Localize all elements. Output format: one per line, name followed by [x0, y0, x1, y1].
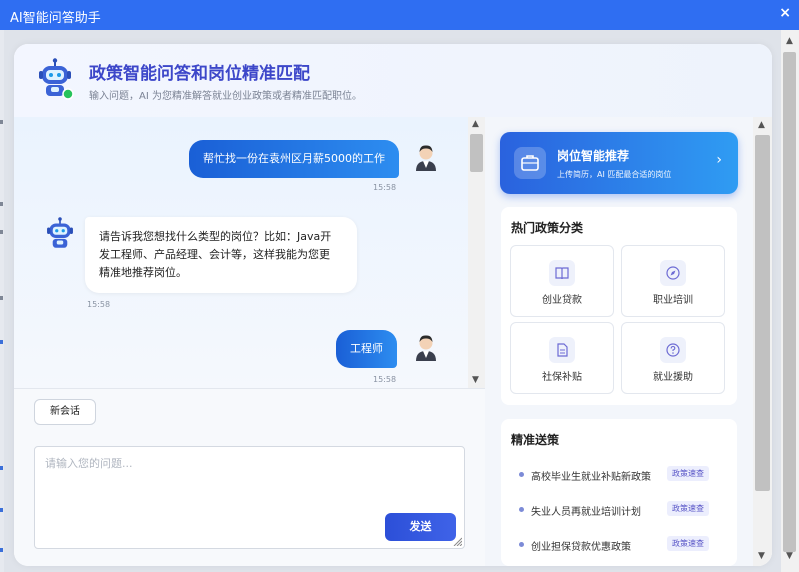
user-message: 帮忙找一份在袁州区月薪5000的工作	[189, 140, 399, 178]
user-message: 工程师	[336, 330, 397, 368]
category-label: 社保补贴	[542, 372, 582, 383]
edge-mark	[0, 230, 3, 234]
hot-categories-title: 热门政策分类	[511, 221, 584, 235]
help-icon	[660, 337, 686, 363]
window-titlebar: AI智能问答助手 ×	[0, 0, 799, 30]
category-social-insurance[interactable]: 社保补贴	[510, 322, 614, 394]
bot-message-line: 精准地推荐岗位。	[99, 266, 187, 279]
category-employment-aid[interactable]: 就业援助	[621, 322, 725, 394]
message-time: 15:58	[87, 300, 111, 309]
policy-item-text: 失业人员再就业培训计划	[531, 507, 641, 518]
page-scrollbar-thumb[interactable]	[783, 52, 796, 552]
category-vocational-training[interactable]: 职业培训	[621, 245, 725, 317]
edge-mark	[0, 466, 3, 470]
robot-avatar-icon	[47, 217, 73, 248]
compass-icon	[660, 260, 686, 286]
document-icon	[549, 337, 575, 363]
new-chat-button[interactable]: 新会话	[34, 399, 96, 425]
message-time: 15:58	[373, 375, 397, 384]
bullet-dot-icon	[519, 472, 524, 477]
sidebar: 岗位智能推荐 上传简历，AI 匹配最合适的岗位 › 热门政策分类 创业贷款 职业…	[485, 117, 772, 566]
bot-message-line: 请告诉我您想找什么类型的岗位？比如：Java开	[99, 230, 332, 243]
message-time: 15:58	[373, 183, 397, 192]
sidebar-scroll-up-icon[interactable]: ▲	[758, 120, 765, 130]
composer: 新会话 发送	[14, 388, 485, 566]
policy-item-text: 创业担保贷款优惠政策	[531, 542, 631, 553]
scroll-down-arrow-icon[interactable]: ▼	[786, 551, 793, 561]
category-label: 职业培训	[653, 295, 693, 306]
edge-mark	[0, 340, 3, 344]
category-label: 创业贷款	[542, 295, 582, 306]
chat-scroll-down-icon[interactable]: ▼	[472, 375, 479, 385]
bot-message: 请告诉我您想找什么类型的岗位？比如：Java开 发工程师、产品经理、会计等，这样…	[85, 217, 357, 293]
user-avatar-icon	[416, 145, 436, 171]
policy-tag: 政策速查	[667, 466, 709, 481]
recommend-title: 岗位智能推荐	[557, 149, 630, 163]
bullet-dot-icon	[519, 542, 524, 547]
scroll-up-arrow-icon[interactable]: ▲	[786, 36, 793, 46]
job-recommend-card[interactable]: 岗位智能推荐 上传简历，AI 匹配最合适的岗位 ›	[500, 132, 738, 194]
bot-message-line: 发工程师、产品经理、会计等，这样我能为您更	[99, 248, 330, 261]
background-edge	[0, 30, 4, 572]
precise-policy-panel: 精准送策 高校毕业生就业补贴新政策 政策速查 失业人员再就业培训计划 政策速查 …	[501, 419, 737, 566]
chat-history[interactable]: 帮忙找一份在袁州区月薪5000的工作 15:58 请告诉我您想找什么类型的岗位？…	[14, 117, 485, 388]
policy-tag: 政策速查	[667, 536, 709, 551]
header: 政策智能问答和岗位精准匹配 输入问题，AI 为您精准解答就业创业政策或者精准匹配…	[14, 44, 772, 117]
edge-mark	[0, 296, 3, 300]
recommend-subtitle: 上传简历，AI 匹配最合适的岗位	[557, 170, 672, 179]
policy-item[interactable]: 失业人员再就业培训计划 政策速查	[511, 500, 731, 520]
window-title: AI智能问答助手	[10, 11, 101, 26]
edge-mark	[0, 202, 3, 206]
policy-item-text: 高校毕业生就业补贴新政策	[531, 472, 651, 483]
sidebar-scroll-down-icon[interactable]: ▼	[758, 551, 765, 561]
send-button[interactable]: 发送	[385, 513, 456, 541]
page-title: 政策智能问答和岗位精准匹配	[89, 64, 310, 84]
assistant-card: 政策智能问答和岗位精准匹配 输入问题，AI 为您精准解答就业创业政策或者精准匹配…	[14, 44, 772, 566]
edge-mark	[0, 548, 3, 552]
book-icon	[549, 260, 575, 286]
briefcase-icon	[514, 147, 546, 179]
bullet-dot-icon	[519, 507, 524, 512]
user-avatar-icon	[416, 335, 436, 361]
chat-scroll-up-icon[interactable]: ▲	[472, 119, 479, 129]
question-input-box: 发送	[34, 446, 465, 549]
robot-avatar-icon	[39, 58, 74, 100]
resize-grip-icon[interactable]	[452, 536, 462, 546]
category-label: 就业援助	[653, 372, 693, 383]
page-subtitle: 输入问题，AI 为您精准解答就业创业政策或者精准匹配职位。	[89, 91, 362, 102]
hot-categories-panel: 热门政策分类 创业贷款 职业培训 社保补贴 就业援助	[501, 207, 737, 405]
policy-item[interactable]: 高校毕业生就业补贴新政策 政策速查	[511, 465, 731, 485]
close-icon[interactable]: ×	[779, 5, 791, 21]
edge-mark	[0, 508, 3, 512]
precise-policy-title: 精准送策	[511, 433, 560, 447]
policy-item[interactable]: 创业担保贷款优惠政策 政策速查	[511, 535, 731, 555]
chat-scrollbar-thumb[interactable]	[470, 134, 483, 172]
edge-mark	[0, 120, 3, 124]
category-startup-loan[interactable]: 创业贷款	[510, 245, 614, 317]
chevron-right-icon: ›	[716, 152, 722, 168]
sidebar-scrollbar-thumb[interactable]	[755, 135, 770, 491]
policy-tag: 政策速查	[667, 501, 709, 516]
